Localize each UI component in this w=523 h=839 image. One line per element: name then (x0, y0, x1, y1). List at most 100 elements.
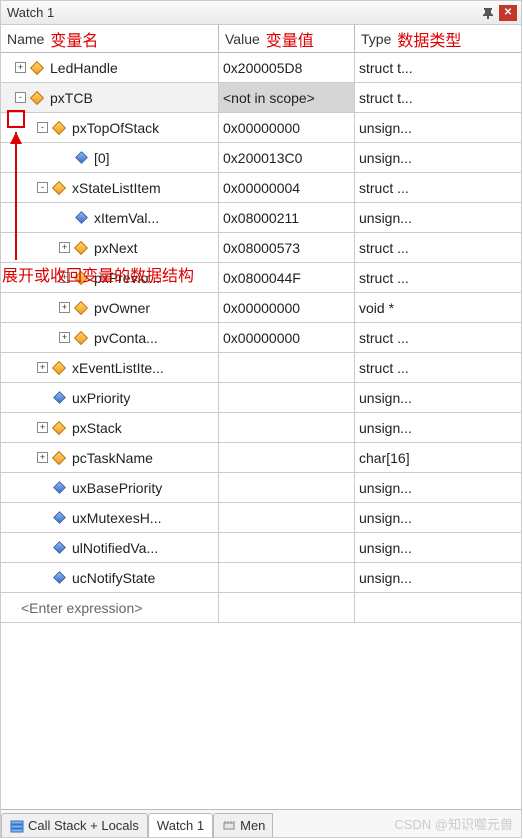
variable-value[interactable] (219, 443, 355, 472)
stack-icon (10, 819, 24, 833)
variable-type: unsign... (355, 503, 521, 532)
variable-name: [0] (92, 150, 110, 166)
variable-value[interactable] (219, 563, 355, 592)
variable-value[interactable]: 0x00000000 (219, 293, 355, 322)
expand-placeholder (37, 482, 48, 493)
collapse-icon[interactable]: - (15, 92, 26, 103)
struct-icon (52, 451, 66, 465)
struct-icon (52, 421, 66, 435)
variable-value[interactable]: 0x00000000 (219, 113, 355, 142)
memory-icon (222, 819, 236, 833)
variable-value[interactable]: 0x0800044F (219, 263, 355, 292)
struct-icon (74, 301, 88, 315)
tab-memory-label: Men (240, 818, 265, 833)
variable-type: struct ... (355, 323, 521, 352)
annotation-expand-label: 展开或收回变量的数据结构 (2, 262, 194, 286)
expand-placeholder (37, 572, 48, 583)
expand-icon[interactable]: + (59, 332, 70, 343)
expand-placeholder (59, 212, 70, 223)
variable-name: uxPriority (70, 390, 130, 406)
enter-expression-value[interactable] (219, 593, 355, 622)
table-row[interactable]: +xEventListIte...struct ... (1, 353, 521, 383)
table-row[interactable]: +LedHandle0x200005D8struct t... (1, 53, 521, 83)
table-row[interactable]: [0]0x200013C0unsign... (1, 143, 521, 173)
expand-icon[interactable]: + (15, 62, 26, 73)
variable-icon (74, 211, 88, 225)
variable-type: unsign... (355, 203, 521, 232)
struct-icon (74, 241, 88, 255)
variable-name: uxMutexesH... (70, 510, 161, 526)
variable-name: LedHandle (48, 60, 118, 76)
table-row[interactable]: +pvConta...0x00000000struct ... (1, 323, 521, 353)
variable-value[interactable]: 0x08000573 (219, 233, 355, 262)
variable-name: xStateListItem (70, 180, 161, 196)
variable-value[interactable]: <not in scope> (219, 83, 355, 112)
bottom-tabs: Call Stack + Locals Watch 1 Men (1, 809, 521, 837)
table-row[interactable]: +pxNext0x08000573struct ... (1, 233, 521, 263)
variable-type: unsign... (355, 563, 521, 592)
header-value[interactable]: Value 变量值 (219, 25, 355, 52)
header-name[interactable]: Name 变量名 (1, 25, 219, 52)
collapse-icon[interactable]: - (37, 122, 48, 133)
variable-value[interactable] (219, 473, 355, 502)
variable-value[interactable] (219, 383, 355, 412)
variable-name: ulNotifiedVa... (70, 540, 158, 556)
header-value-label: Value (225, 31, 260, 47)
struct-icon (52, 121, 66, 135)
table-row[interactable]: -pxTopOfStack0x00000000unsign... (1, 113, 521, 143)
variable-type: unsign... (355, 413, 521, 442)
variable-type: struct ... (355, 233, 521, 262)
variable-value[interactable] (219, 503, 355, 532)
struct-icon (30, 91, 44, 105)
enter-expression-row[interactable]: <Enter expression> (1, 593, 521, 623)
variable-value[interactable]: 0x00000000 (219, 323, 355, 352)
variable-icon (74, 151, 88, 165)
table-row[interactable]: ucNotifyStateunsign... (1, 563, 521, 593)
expand-icon[interactable]: + (37, 452, 48, 463)
tab-memory[interactable]: Men (213, 813, 273, 837)
table-row[interactable]: uxPriority unsign... (1, 383, 521, 413)
table-row[interactable]: +pvOwner0x00000000void * (1, 293, 521, 323)
variable-value[interactable]: 0x00000004 (219, 173, 355, 202)
table-row[interactable]: uxBasePriorityunsign... (1, 473, 521, 503)
variable-value[interactable] (219, 413, 355, 442)
variable-type: unsign... (355, 383, 521, 412)
header-type[interactable]: Type 数据类型 (355, 25, 521, 52)
tab-callstack[interactable]: Call Stack + Locals (1, 813, 148, 837)
variable-type: unsign... (355, 113, 521, 142)
struct-icon (74, 331, 88, 345)
close-button[interactable]: ✕ (499, 5, 517, 21)
table-row[interactable]: -pxTCB<not in scope>struct t... (1, 83, 521, 113)
collapse-icon[interactable]: - (37, 182, 48, 193)
variable-name: xItemVal... (92, 210, 159, 226)
variable-value[interactable]: 0x08000211 (219, 203, 355, 232)
expand-icon[interactable]: + (37, 362, 48, 373)
table-row[interactable]: +pcTaskNamechar[16] (1, 443, 521, 473)
variable-value[interactable] (219, 533, 355, 562)
variable-type: struct t... (355, 83, 521, 112)
expand-icon[interactable]: + (37, 422, 48, 433)
variable-type: struct ... (355, 353, 521, 382)
table-row[interactable]: -xStateListItem0x00000004struct ... (1, 173, 521, 203)
header-type-label: Type (361, 31, 391, 47)
expand-placeholder (59, 152, 70, 163)
expand-placeholder (37, 392, 48, 403)
annotation-value: 变量值 (266, 27, 314, 51)
variable-value[interactable]: 0x200005D8 (219, 53, 355, 82)
expand-icon[interactable]: + (59, 302, 70, 313)
variable-type: unsign... (355, 533, 521, 562)
table-row[interactable]: ulNotifiedVa... unsign... (1, 533, 521, 563)
variable-value[interactable]: 0x200013C0 (219, 143, 355, 172)
tab-watch1[interactable]: Watch 1 (148, 813, 213, 837)
table-row[interactable]: uxMutexesH... unsign... (1, 503, 521, 533)
struct-icon (52, 361, 66, 375)
variable-value[interactable] (219, 353, 355, 382)
table-row[interactable]: xItemVal... 0x08000211unsign... (1, 203, 521, 233)
pin-button[interactable] (479, 5, 497, 21)
table-row[interactable]: +pxStackunsign... (1, 413, 521, 443)
expand-placeholder (37, 512, 48, 523)
panel-title: Watch 1 (5, 5, 477, 20)
watch-grid[interactable]: + LedHandle 0x200005D8struct t...-pxTCB<no… (1, 53, 521, 809)
enter-expression-label: <Enter expression> (1, 600, 142, 616)
expand-icon[interactable]: + (59, 242, 70, 253)
